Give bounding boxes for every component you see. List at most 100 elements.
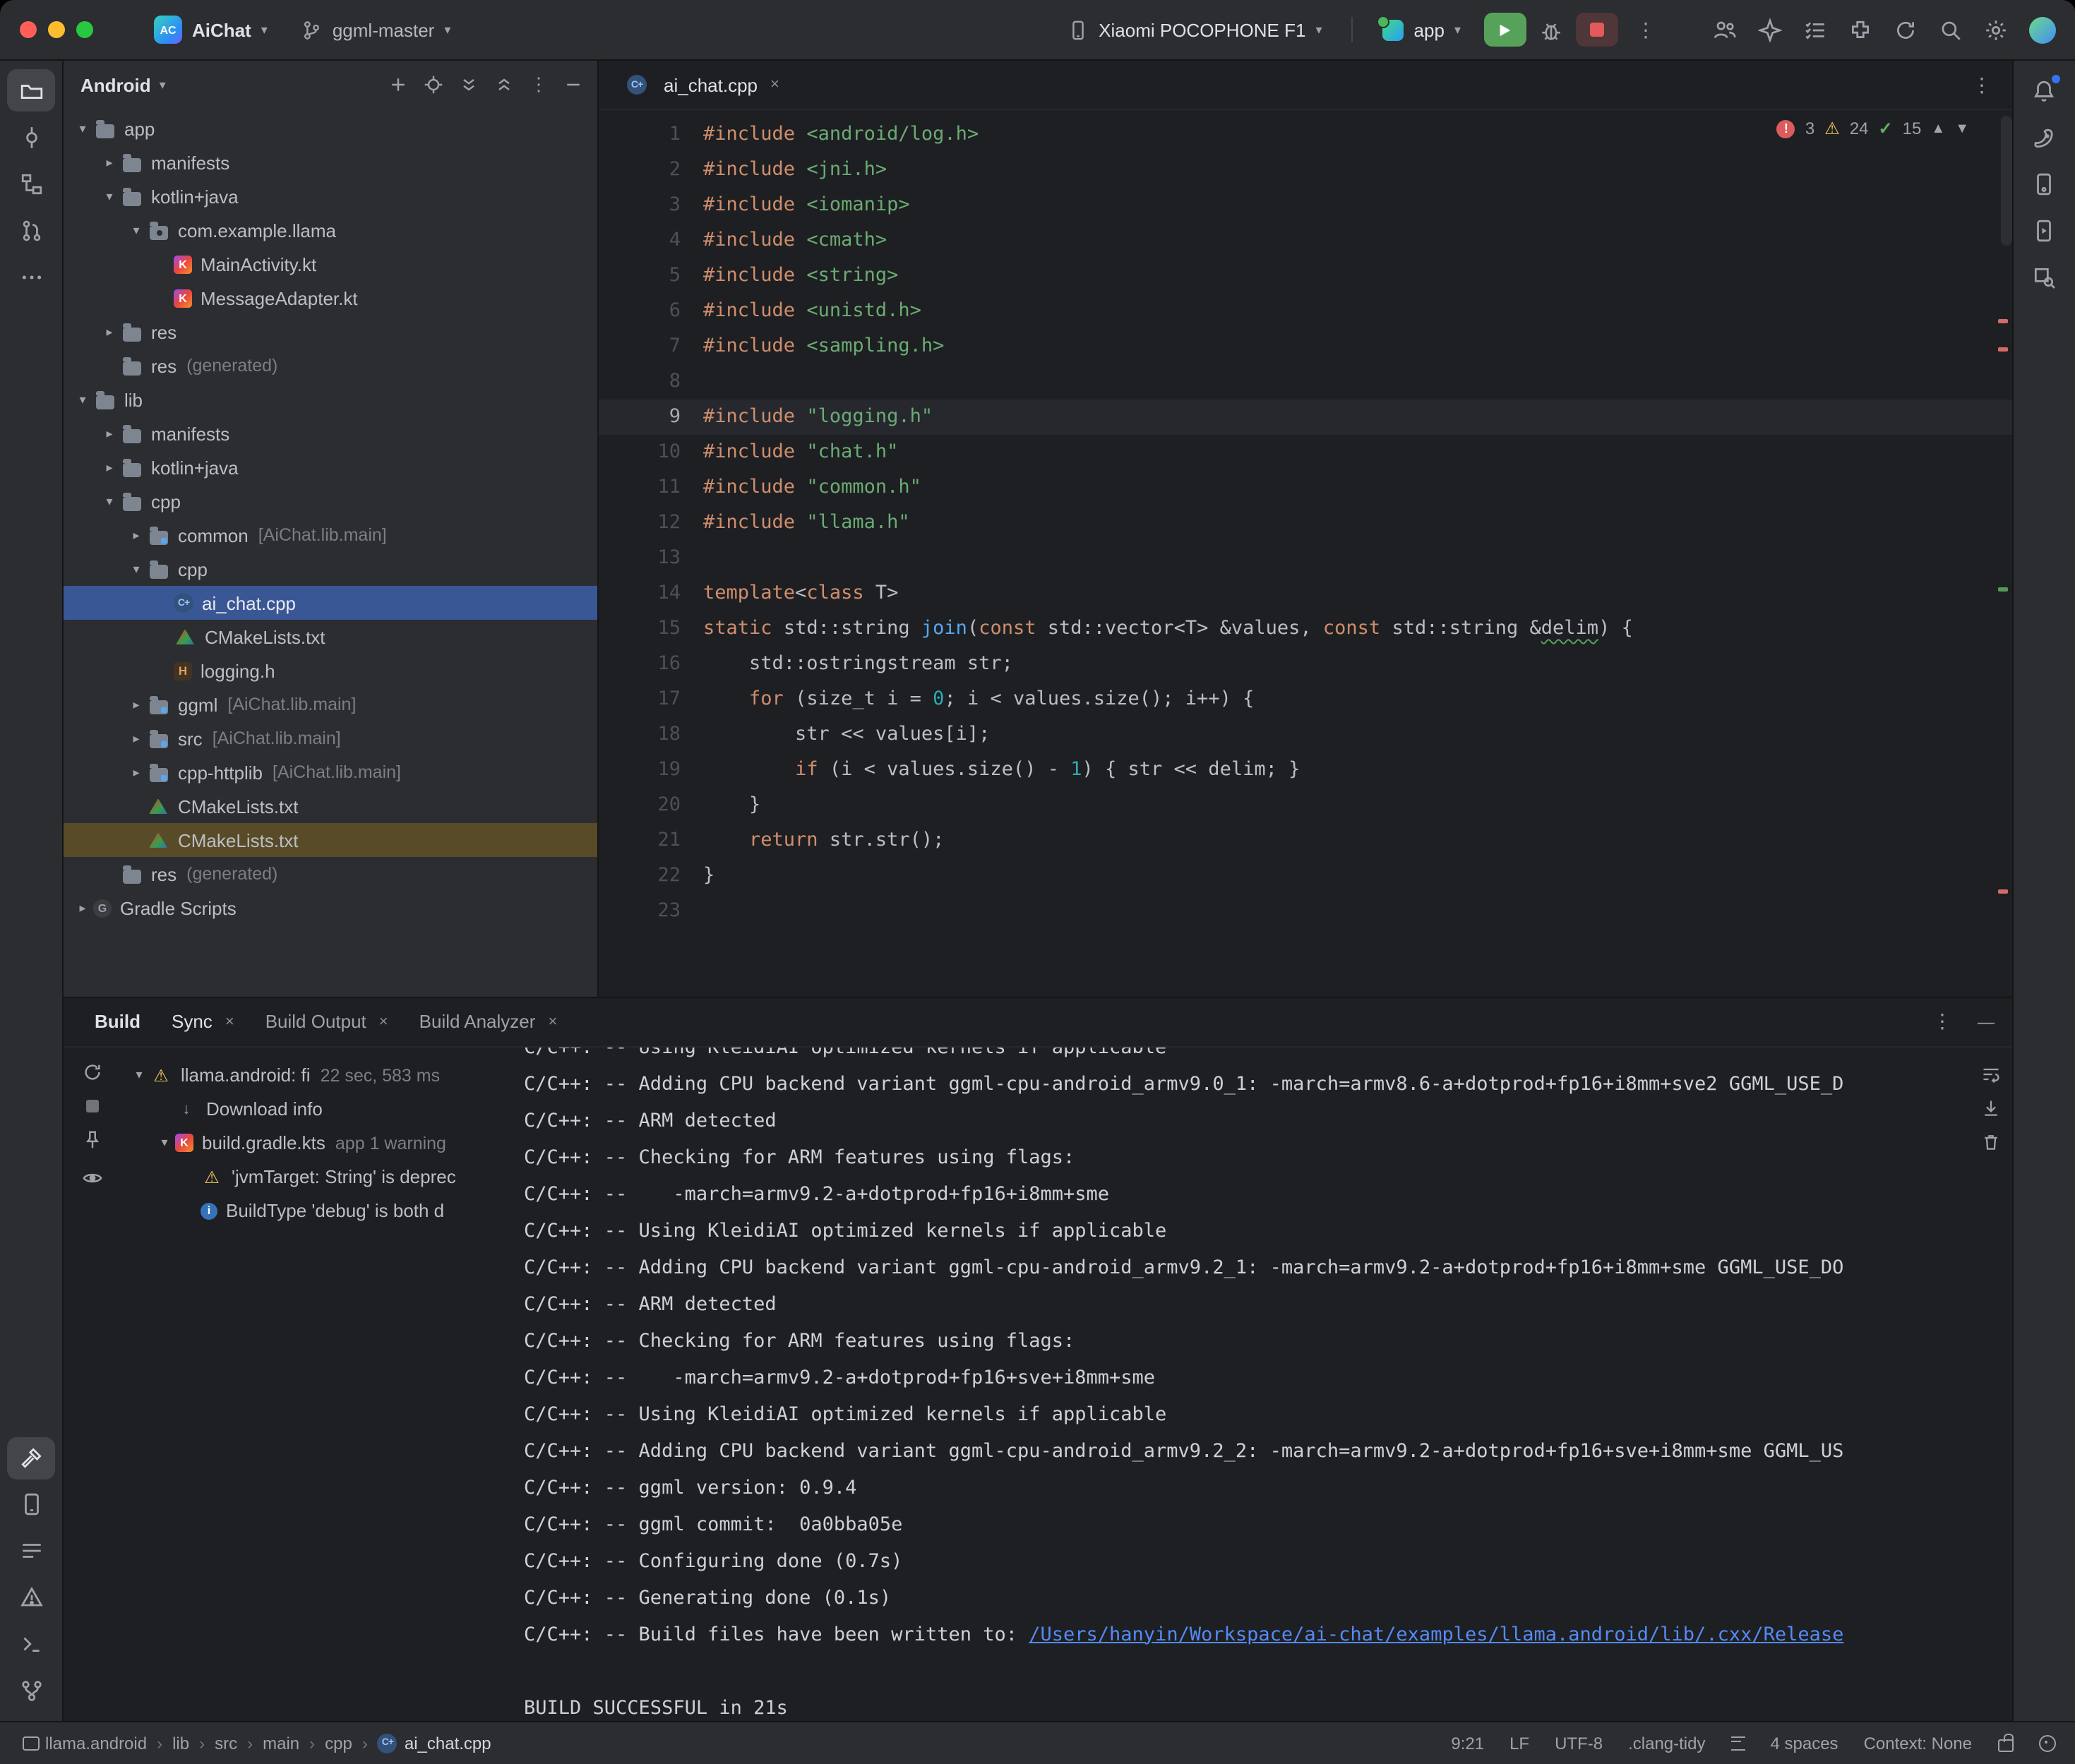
branch-selector[interactable]: ggml-master ▾ xyxy=(292,15,461,44)
breadcrumb-item-ai-chat-cpp[interactable]: C+ai_chat.cpp xyxy=(378,1733,491,1753)
breadcrumb-item-cpp[interactable]: cpp xyxy=(325,1733,352,1753)
hide-panel-icon[interactable] xyxy=(563,75,583,95)
tree-item-kotlin-java[interactable]: ▸kotlin+java xyxy=(64,450,597,484)
status-item-indent[interactable]: 4 spaces xyxy=(1771,1733,1838,1753)
code-with-me-icon[interactable] xyxy=(1712,18,1736,42)
device-explorer-tool-icon[interactable] xyxy=(7,1483,55,1525)
gradle-icon[interactable] xyxy=(2020,116,2068,158)
close-tab-icon[interactable]: × xyxy=(225,1013,234,1030)
device-selector[interactable]: Xiaomi POCOPHONE F1 ▾ xyxy=(1058,15,1332,44)
formatter-icon[interactable] xyxy=(1731,1736,1745,1750)
run-button[interactable] xyxy=(1483,13,1526,47)
tree-item-download-info[interactable]: ↓Download info xyxy=(120,1092,510,1126)
sync-project-icon[interactable] xyxy=(1893,18,1917,42)
ai-assistant-icon[interactable] xyxy=(1757,18,1781,42)
build-tab-build-analyzer[interactable]: Build Analyzer× xyxy=(405,1003,572,1040)
plugins-icon[interactable] xyxy=(1848,18,1872,42)
code-line[interactable]: 10#include "chat.h" xyxy=(599,435,2011,470)
tree-item-ggml[interactable]: ▸ggml[AiChat.lib.main] xyxy=(64,688,597,721)
project-tool-icon[interactable] xyxy=(7,69,55,112)
project-selector[interactable]: AC AiChat ▾ xyxy=(144,11,277,48)
tree-item-gradle-scripts[interactable]: ▸GGradle Scripts xyxy=(64,891,597,925)
chevron-right-icon[interactable]: ▸ xyxy=(72,900,93,916)
debug-button[interactable] xyxy=(1538,18,1562,42)
tree-item-cpp[interactable]: ▾cpp xyxy=(64,484,597,518)
inspections-icon[interactable] xyxy=(2038,1734,2055,1751)
close-tab-icon[interactable]: × xyxy=(548,1013,557,1030)
tree-item-kotlin-java[interactable]: ▾kotlin+java xyxy=(64,179,597,213)
stop-build-icon[interactable] xyxy=(85,1099,98,1112)
chevron-down-icon[interactable]: ▾ xyxy=(72,121,93,136)
error-stripe-mark[interactable] xyxy=(1997,347,2007,352)
expand-all-icon[interactable] xyxy=(459,75,479,95)
locate-file-icon[interactable] xyxy=(424,75,443,95)
chevron-down-icon[interactable]: ▾ xyxy=(99,188,120,204)
code-line[interactable]: 5#include <string> xyxy=(599,258,2011,294)
lock-icon[interactable] xyxy=(1997,1734,2013,1752)
close-tab-icon[interactable]: × xyxy=(770,76,779,93)
logcat-tool-icon[interactable] xyxy=(7,1530,55,1572)
code-line[interactable]: 2#include <jni.h> xyxy=(599,152,2011,188)
tree-item-cmakelists-txt[interactable]: CMakeLists.txt xyxy=(64,789,597,823)
status-item-encoding[interactable]: UTF-8 xyxy=(1555,1733,1603,1753)
code-line[interactable]: 15static std::string join(const std::vec… xyxy=(599,611,2011,647)
pull-requests-tool-icon[interactable] xyxy=(7,209,55,251)
soft-wrap-icon[interactable] xyxy=(1980,1064,2000,1084)
tree-item-res[interactable]: res(generated) xyxy=(64,857,597,891)
code-line[interactable]: 16 std::ostringstream str; xyxy=(599,647,2011,682)
clear-console-icon[interactable] xyxy=(1980,1132,2000,1151)
stop-button[interactable] xyxy=(1575,13,1617,47)
tree-item-manifests[interactable]: ▸manifests xyxy=(64,145,597,179)
code-line[interactable]: 22} xyxy=(599,858,2011,894)
tree-item-res[interactable]: res(generated) xyxy=(64,349,597,383)
build-console[interactable]: C/C++: -- Using KleidiAI optimized kerne… xyxy=(510,1047,2011,1720)
chevron-down-icon[interactable]: ▾ xyxy=(99,493,120,509)
code-line[interactable]: 19 if (i < values.size() - 1) { str << d… xyxy=(599,752,2011,788)
collapse-all-icon[interactable] xyxy=(494,75,514,95)
prev-problem-icon[interactable]: ▲ xyxy=(1931,121,1945,136)
error-stripe-mark[interactable] xyxy=(1997,889,2007,894)
tree-item-ai-chat-cpp[interactable]: C+ai_chat.cpp xyxy=(64,586,597,620)
console-link[interactable]: /Users/hanyin/Workspace/ai-chat/examples… xyxy=(1029,1623,1843,1645)
code-line[interactable]: 21 return str.str(); xyxy=(599,823,2011,858)
tree-item-logging-h[interactable]: Hlogging.h xyxy=(64,654,597,688)
build-tab-build-output[interactable]: Build Output× xyxy=(251,1003,402,1040)
maximize-window-button[interactable] xyxy=(76,21,93,38)
tree-item-cpp[interactable]: ▾cpp xyxy=(64,552,597,586)
rerun-build-icon[interactable] xyxy=(81,1061,102,1082)
version-control-tool-icon[interactable] xyxy=(7,1669,55,1712)
project-view-selector[interactable]: Android xyxy=(80,74,151,95)
chevron-right-icon[interactable]: ▸ xyxy=(99,155,120,170)
tree-item-cmakelists-txt[interactable]: CMakeLists.txt xyxy=(64,823,597,857)
chevron-down-icon[interactable]: ▾ xyxy=(126,222,147,238)
code-line[interactable]: 4#include <cmath> xyxy=(599,223,2011,258)
code-line[interactable]: 13 xyxy=(599,541,2011,576)
tree-item-llama-android-fi[interactable]: ▾⚠llama.android: fi22 sec, 583 ms xyxy=(120,1058,510,1092)
code-line[interactable]: 7#include <sampling.h> xyxy=(599,329,2011,364)
settings-gear-icon[interactable] xyxy=(1983,18,2007,42)
code-line[interactable]: 8 xyxy=(599,364,2011,400)
chevron-down-icon[interactable]: ▾ xyxy=(72,392,93,407)
close-tab-icon[interactable]: × xyxy=(379,1013,388,1030)
chevron-right-icon[interactable]: ▸ xyxy=(99,426,120,441)
tree-item-src[interactable]: ▸src[AiChat.lib.main] xyxy=(64,721,597,755)
more-actions-icon[interactable]: ⋮ xyxy=(1630,18,1661,42)
breadcrumb-item-llama-android[interactable]: llama.android xyxy=(45,1733,147,1753)
close-window-button[interactable] xyxy=(20,21,37,38)
build-tab-sync[interactable]: Sync× xyxy=(157,1003,249,1040)
code-line[interactable]: 14template<class T> xyxy=(599,576,2011,611)
breadcrumb-item-lib[interactable]: lib xyxy=(172,1733,189,1753)
build-tab-build[interactable]: Build xyxy=(80,1003,155,1040)
show-execution-icon[interactable] xyxy=(81,1167,102,1188)
running-devices-icon[interactable] xyxy=(2020,209,2068,251)
ok-stripe-mark[interactable] xyxy=(1997,587,2007,592)
todo-list-icon[interactable] xyxy=(1802,18,1826,42)
tree-item-cpp-httplib[interactable]: ▸cpp-httplib[AiChat.lib.main] xyxy=(64,755,597,789)
tree-item-com-example-llama[interactable]: ▾com.example.llama xyxy=(64,213,597,247)
terminal-tool-icon[interactable] xyxy=(7,1623,55,1665)
chevron-down-icon[interactable]: ▾ xyxy=(154,1135,175,1151)
tree-item-cmakelists-txt[interactable]: CMakeLists.txt xyxy=(64,620,597,654)
code-line[interactable]: 20 } xyxy=(599,788,2011,823)
inspection-widget[interactable]: !3 ⚠24 ✓15 ▲ ▼ xyxy=(1777,119,1969,138)
tree-item-messageadapter-kt[interactable]: KMessageAdapter.kt xyxy=(64,281,597,315)
